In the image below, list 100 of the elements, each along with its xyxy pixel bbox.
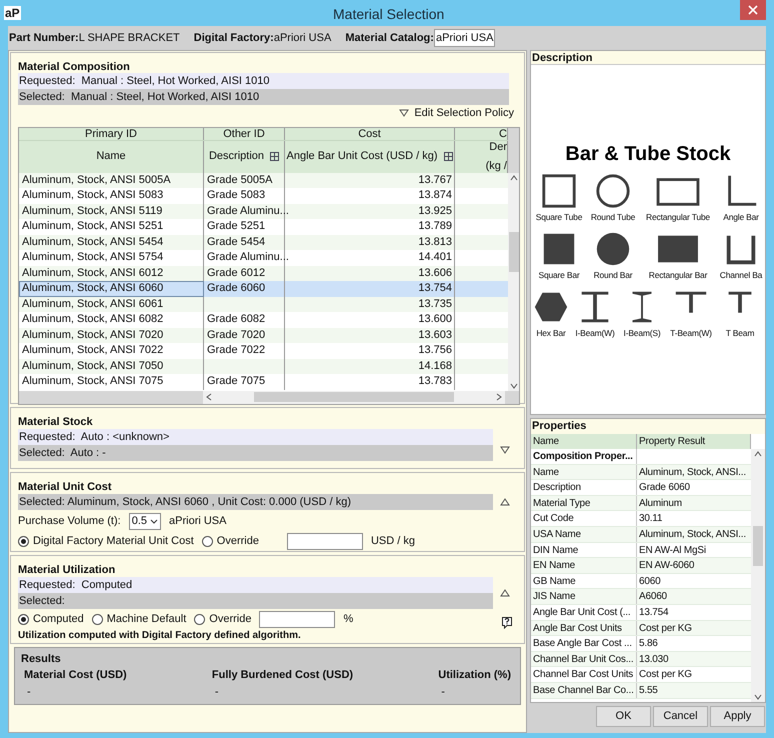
property-value: EN AW-6060: [638, 559, 696, 573]
window-title: Material Selection: [333, 5, 444, 24]
shape-label: Hex Bar: [536, 327, 566, 339]
shape-label: Round Bar: [594, 269, 632, 281]
scrollbar-thumb[interactable]: [508, 232, 518, 272]
result-value: -: [214, 684, 219, 700]
radio-button[interactable]: [18, 614, 29, 625]
section-title: Material Composition: [18, 60, 130, 73]
property-row[interactable]: Angle Bar Cost Units Cost per KG: [531, 620, 751, 636]
property-row[interactable]: DIN Name EN AW-Al MgSi: [531, 542, 751, 558]
property-name: Base Channel Bar Co...: [531, 682, 637, 698]
property-value: Aluminum, Stock, ANSI...: [638, 528, 747, 542]
vertical-scrollbar[interactable]: [508, 172, 519, 391]
radio-button[interactable]: [18, 536, 29, 547]
group-header: C: [499, 128, 507, 140]
expand-icon[interactable]: [500, 446, 510, 454]
table-row[interactable]: Aluminum, Stock, ANSI 6012 Grade 6012 13.606: [19, 266, 508, 281]
table-cell: Aluminum, Stock, ANSI 6012: [19, 266, 204, 281]
table-row[interactable]: Aluminum, Stock, ANSI 6061 13.735: [19, 296, 508, 312]
radio-label[interactable]: Computed: [33, 611, 84, 628]
collapse-icon[interactable]: [500, 589, 510, 597]
close-button[interactable]: [740, 0, 766, 20]
property-row[interactable]: Description Grade 6060: [531, 480, 751, 496]
edit-selection-policy-button[interactable]: Edit Selection Policy: [399, 105, 514, 122]
radio-button[interactable]: [202, 536, 213, 547]
radio-label[interactable]: Digital Factory Material Unit Cost: [33, 532, 194, 550]
selected-text: Selected: Manual : Steel, Hot Worked, AISI 1010: [18, 89, 509, 105]
property-name: GB Name: [531, 574, 637, 588]
section-title: Results: [21, 652, 61, 667]
help-icon[interactable]: [501, 616, 513, 629]
dialog-button[interactable]: OK: [596, 706, 651, 727]
table-cell: Aluminum, Stock, ANSI 6060: [19, 281, 204, 296]
override-cost-input[interactable]: [286, 532, 363, 550]
property-value: 5.55: [638, 684, 659, 698]
property-row[interactable]: Angle Bar Unit Cost (... 13.754: [531, 604, 751, 621]
override-utilization-input[interactable]: [259, 611, 336, 628]
app-logo: aP: [4, 6, 21, 20]
purchase-volume-dropdown[interactable]: 0.5: [128, 512, 162, 530]
property-row[interactable]: Cut Code 30.11: [531, 511, 751, 527]
collapse-icon[interactable]: [500, 498, 510, 506]
section-title: Material Utilization: [18, 563, 116, 577]
scroll-up-icon[interactable]: [754, 451, 762, 457]
property-row[interactable]: EN Name EN AW-6060: [531, 558, 751, 574]
property-row[interactable]: USA Name Aluminum, Stock, ANSI...: [531, 526, 751, 543]
table-row[interactable]: Aluminum, Stock, ANSI 6060 Grade 6060 13.754: [19, 281, 508, 296]
panel-header: Description: [531, 51, 765, 65]
table-cell: 13.783: [285, 374, 455, 390]
expand-icon[interactable]: [399, 109, 410, 118]
column-chooser-icon[interactable]: [270, 152, 280, 161]
property-row[interactable]: Name Aluminum, Stock, ANSI...: [531, 464, 751, 480]
dialog-button[interactable]: Apply: [710, 706, 765, 727]
property-row[interactable]: Channel Bar Unit Cos... 13.030: [531, 652, 751, 668]
property-name: Channel Bar Unit Cos...: [531, 652, 637, 666]
property-name: Name: [531, 464, 637, 480]
property-row[interactable]: Composition Proper...: [531, 449, 751, 465]
scroll-down-icon[interactable]: [754, 694, 762, 700]
field-value: aPriori USA: [434, 29, 496, 47]
scroll-down-icon[interactable]: [510, 382, 518, 389]
shape-label: Channel Ba: [720, 269, 762, 281]
requested-text: Requested: Manual : Steel, Hot Worked, AISI 1010: [18, 73, 509, 89]
field-label: Part Number:: [9, 30, 79, 46]
scroll-up-icon[interactable]: [510, 174, 518, 180]
table-row[interactable]: Aluminum, Stock, ANSI 7020 Grade 7020 13.603: [19, 328, 508, 343]
property-row[interactable]: GB Name 6060: [531, 574, 751, 590]
property-value: 30.11: [638, 512, 664, 526]
horizontal-scrollbar[interactable]: [202, 390, 506, 404]
table-row[interactable]: Aluminum, Stock, ANSI 5005A Grade 5005A 13.767: [19, 172, 508, 188]
scroll-right-icon[interactable]: [496, 393, 502, 402]
table-row[interactable]: Aluminum, Stock, ANSI 7050 14.168: [19, 358, 508, 374]
radio-label[interactable]: Machine Default: [106, 611, 186, 628]
property-row[interactable]: Material Type Aluminum: [531, 496, 751, 512]
group-header: Cost: [358, 128, 381, 140]
scrollbar-thumb[interactable]: [753, 526, 763, 566]
property-row[interactable]: Base Channel Bar Co... 5.55: [531, 682, 751, 698]
close-icon[interactable]: [748, 5, 758, 15]
radio-button[interactable]: [92, 614, 103, 625]
vertical-scrollbar[interactable]: [751, 449, 765, 702]
property-row[interactable]: Channel Bar Cost Units Cost per KG: [531, 667, 751, 683]
selected-text: Selected: Auto : -: [18, 445, 493, 461]
property-row[interactable]: JIS Name A6060: [531, 589, 751, 605]
section-title: Material Unit Cost: [18, 480, 112, 494]
table-row[interactable]: Aluminum, Stock, ANSI 5119 Grade Aluminu... 13.925: [19, 204, 508, 219]
property-row[interactable]: Base Angle Bar Cost ... 5.86: [531, 636, 751, 652]
scroll-left-icon[interactable]: [206, 393, 212, 402]
shape-label: T Beam: [726, 327, 754, 339]
round-tube-icon: [594, 172, 632, 210]
scrollbar-thumb[interactable]: [254, 392, 454, 402]
property-value: 5.86: [638, 637, 659, 651]
property-value: Cost per KG: [638, 668, 693, 682]
property-value: 13.030: [638, 652, 670, 666]
column-chooser-icon[interactable]: [444, 152, 452, 161]
chevron-down-icon[interactable]: [150, 518, 158, 524]
selected-text: Selected:: [18, 593, 493, 609]
dialog-button[interactable]: Cancel: [653, 706, 708, 727]
group-header: Other ID: [223, 128, 265, 140]
radio-button[interactable]: [194, 614, 206, 625]
radio-label[interactable]: Override: [216, 532, 259, 550]
table-row[interactable]: Aluminum, Stock, ANSI 5454 Grade 5454 13.813: [19, 234, 508, 250]
shape-label: Round Tube: [590, 211, 636, 223]
radio-label[interactable]: Override: [209, 611, 252, 628]
